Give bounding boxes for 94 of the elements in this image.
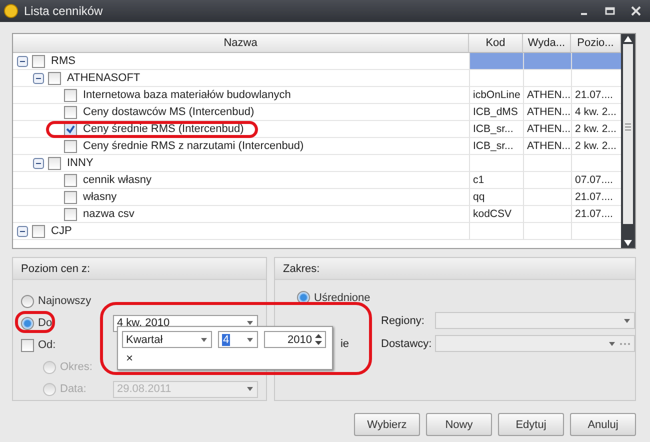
- option-label: Data:: [59, 383, 88, 395]
- tree-item[interactable]: ATHENASOFT: [65, 72, 140, 84]
- column-header[interactable]: Pozio...: [571, 34, 621, 53]
- table-cell: [523, 223, 571, 240]
- table-cell: [523, 206, 571, 223]
- collapse-toggle[interactable]: [17, 56, 28, 66]
- radio-button[interactable]: [21, 316, 34, 330]
- panel-title: Zakres:: [283, 262, 320, 274]
- dialog-button[interactable]: Wybierz: [354, 413, 420, 436]
- table-cell: qq: [469, 189, 523, 206]
- checkbox[interactable]: [64, 106, 77, 118]
- option-label: Najnowszy: [37, 295, 92, 307]
- tree-item[interactable]: CJP: [49, 225, 72, 237]
- tree-item[interactable]: INNY: [65, 157, 94, 169]
- table-cell: 21.07....: [571, 189, 621, 206]
- dropdown-arrow-icon: [247, 338, 253, 342]
- collapse-toggle[interactable]: [33, 158, 44, 168]
- period-type-dropdown[interactable]: Kwartał: [122, 331, 212, 348]
- checkbox[interactable]: [48, 156, 61, 170]
- tree-item[interactable]: cennik własny: [81, 174, 152, 186]
- collapse-toggle[interactable]: [17, 226, 28, 236]
- table-cell: 21.07....: [571, 87, 621, 104]
- tree-item[interactable]: Ceny średnie RMS (Intercenbud): [81, 123, 244, 135]
- table-cell: [523, 189, 571, 206]
- checkbox[interactable]: [64, 140, 77, 152]
- collapse-toggle[interactable]: [33, 72, 44, 84]
- dropdown-arrow-icon: [201, 338, 207, 342]
- table-cell: 2 kw. 2...: [571, 138, 621, 155]
- tree-item[interactable]: Internetowa baza materiałów budowlanych: [81, 89, 291, 101]
- radio-button[interactable]: [21, 294, 34, 308]
- option-label: Uśrednione: [313, 292, 370, 304]
- table-cell: [523, 172, 571, 189]
- table-cell: ICB_dMS: [469, 104, 523, 121]
- checkbox[interactable]: [64, 88, 77, 102]
- window-title: Lista cenników: [24, 4, 104, 18]
- table-cell: ATHEN...: [523, 121, 571, 138]
- table-cell: 07.07....: [571, 172, 621, 189]
- table-cell: ICB_sr...: [469, 121, 523, 138]
- tree-item[interactable]: własny: [81, 191, 117, 203]
- checkbox[interactable]: [64, 174, 77, 186]
- tree-item[interactable]: RMS: [49, 55, 76, 67]
- quarter-dropdown[interactable]: 4: [218, 331, 258, 348]
- option-label: ie: [340, 338, 350, 350]
- close-icon[interactable]: [630, 5, 642, 17]
- table-cell: 2 kw. 2...: [571, 121, 621, 138]
- app-icon: [4, 4, 18, 18]
- table-cell: ATHEN...: [523, 87, 571, 104]
- field-label: Regiony:: [381, 314, 426, 326]
- table-cell: ICB_sr...: [469, 138, 523, 155]
- table-cell: c1: [469, 172, 523, 189]
- table-cell: icbOnLine: [469, 87, 523, 104]
- table-cell: 4 kw. 2...: [571, 104, 621, 121]
- tree-item[interactable]: Ceny średnie RMS z narzutami (Intercenbud): [81, 140, 304, 152]
- field-label: Dostawcy:: [381, 338, 433, 350]
- checkbox[interactable]: [48, 72, 61, 84]
- dialog-button[interactable]: Anuluj: [570, 413, 636, 436]
- table-cell: kodCSV: [469, 206, 523, 223]
- panel-title: Poziom cen z:: [21, 262, 90, 274]
- table-cell: [523, 70, 571, 87]
- column-header[interactable]: Wyda...: [523, 34, 571, 53]
- checkbox[interactable]: [32, 54, 45, 68]
- checkbox[interactable]: [21, 338, 34, 352]
- tree-item[interactable]: nazwa csv: [81, 208, 134, 220]
- dialog-button[interactable]: Edytuj: [498, 413, 564, 436]
- table-cell: [571, 70, 621, 87]
- table-cell: ATHEN...: [523, 104, 571, 121]
- column-header[interactable]: Nazwa: [13, 34, 469, 53]
- dropdown-arrow-icon: [609, 342, 615, 346]
- table-cell: ATHEN...: [523, 138, 571, 155]
- dropdown-arrow-icon: [624, 318, 630, 322]
- spin-arrows-icon[interactable]: [315, 334, 322, 345]
- table-cell: [523, 53, 571, 70]
- maximize-icon[interactable]: [604, 5, 616, 17]
- checkbox[interactable]: [64, 208, 77, 220]
- scrollbar[interactable]: [621, 34, 635, 248]
- year-spinner[interactable]: 2010: [264, 331, 326, 348]
- table-cell: [571, 223, 621, 240]
- clear-button[interactable]: ×: [122, 351, 134, 365]
- table-cell: [571, 53, 621, 70]
- checkbox[interactable]: [32, 224, 45, 238]
- dropdown-arrow-icon: [247, 321, 253, 325]
- dialog-button[interactable]: Nowy: [426, 413, 492, 436]
- dropdown-arrow-icon: [247, 387, 253, 391]
- tree-item[interactable]: Ceny dostawców MS (Intercenbud): [81, 106, 254, 118]
- column-header[interactable]: Kod: [469, 34, 523, 53]
- table-cell: 21.07....: [571, 206, 621, 223]
- table-cell: [523, 155, 571, 172]
- checkbox[interactable]: [64, 190, 77, 204]
- option-label: Do:: [37, 317, 56, 329]
- highlight-ring: [15, 311, 55, 333]
- table-cell: [571, 155, 621, 172]
- option-label: Od:: [37, 339, 57, 351]
- scroll-down-icon[interactable]: [623, 238, 633, 248]
- option-label: Okres:: [59, 361, 94, 373]
